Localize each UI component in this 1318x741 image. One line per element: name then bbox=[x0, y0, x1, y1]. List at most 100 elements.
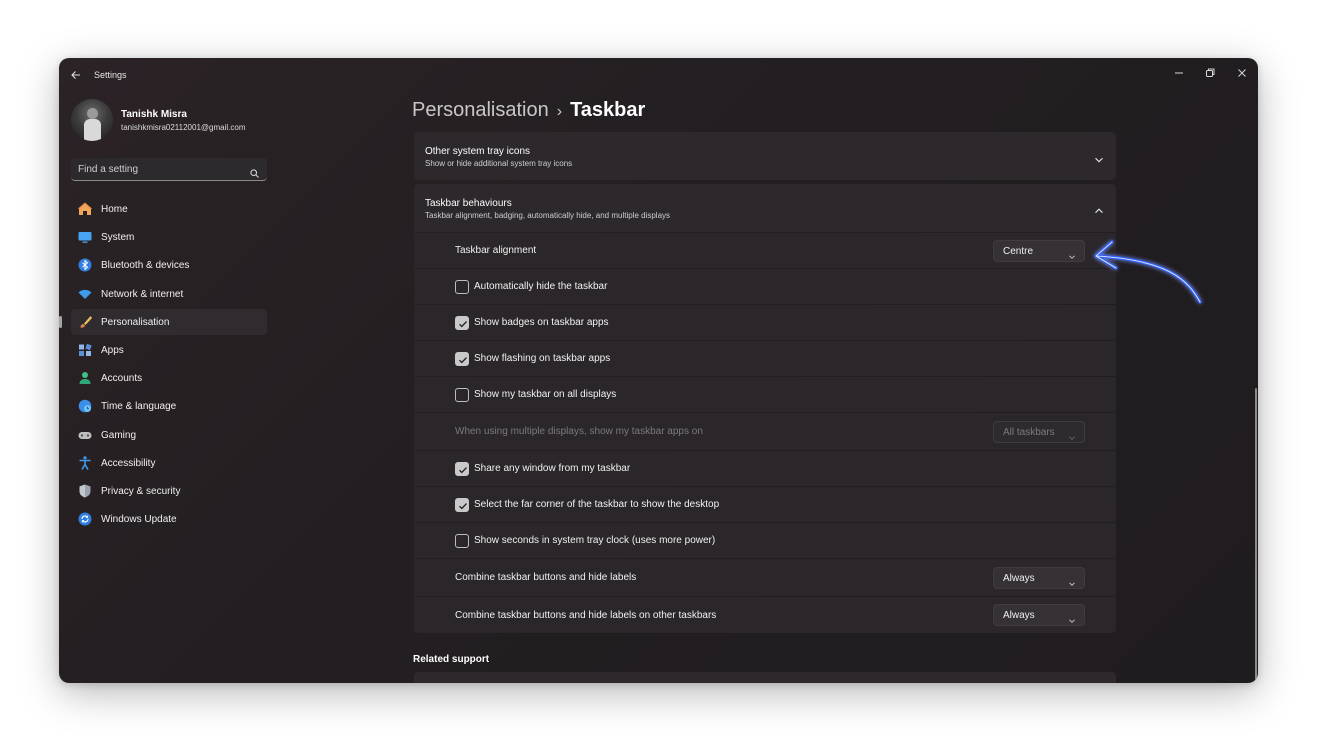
dropdown-value: Centre bbox=[1003, 246, 1034, 257]
sidebar-item-windows-update[interactable]: Windows Update bbox=[71, 506, 267, 532]
seconds-checkbox[interactable] bbox=[455, 534, 469, 548]
brush-icon bbox=[77, 314, 93, 330]
search-input[interactable]: Find a setting bbox=[71, 158, 267, 181]
chevron-down-icon[interactable] bbox=[1094, 152, 1104, 163]
breadcrumb-separator: › bbox=[556, 103, 563, 120]
combine-dropdown[interactable]: Always bbox=[993, 567, 1085, 589]
all-displays-checkbox[interactable] bbox=[455, 388, 469, 402]
user-name: Tanishk Misra bbox=[121, 109, 187, 120]
sidebar-item-label: Windows Update bbox=[101, 514, 177, 526]
sidebar-item-label: Accessibility bbox=[101, 457, 156, 469]
sidebar-item-label: Network & internet bbox=[101, 288, 184, 300]
sidebar-item-system[interactable]: System bbox=[71, 224, 267, 250]
sidebar-item-label: System bbox=[101, 232, 135, 244]
combine-row: Combine taskbar buttons and hide labels … bbox=[414, 559, 1116, 596]
restore-icon[interactable] bbox=[1200, 63, 1220, 83]
app-title: Settings bbox=[94, 70, 127, 80]
sidebar-item-label: Privacy & security bbox=[101, 485, 181, 497]
section-title: Taskbar behaviours bbox=[425, 198, 512, 209]
flashing-row[interactable]: Show flashing on taskbar apps bbox=[414, 341, 1116, 376]
sidebar-item-label: Gaming bbox=[101, 429, 137, 441]
monitor-icon bbox=[77, 229, 93, 245]
setting-label: Show seconds in system tray clock (uses … bbox=[474, 535, 716, 546]
close-icon[interactable] bbox=[1232, 63, 1252, 83]
auto-hide-checkbox[interactable] bbox=[455, 280, 469, 294]
globe-clock-icon bbox=[77, 398, 93, 414]
combine-other-dropdown[interactable]: Always bbox=[993, 604, 1085, 626]
bluetooth-icon bbox=[77, 257, 93, 273]
auto-hide-row[interactable]: Automatically hide the taskbar bbox=[414, 269, 1116, 304]
chevron-up-icon[interactable] bbox=[1094, 203, 1104, 214]
shield-icon bbox=[77, 483, 93, 499]
sidebar-item-home[interactable]: Home bbox=[71, 196, 267, 222]
chevron-down-icon bbox=[1068, 575, 1076, 586]
sidebar-item-privacy-security[interactable]: Privacy & security bbox=[71, 478, 267, 504]
sidebar-item-label: Time & language bbox=[101, 401, 177, 413]
taskbar-behaviours-section[interactable]: Taskbar behaviours Taskbar alignment, ba… bbox=[414, 184, 1116, 232]
sidebar-item-bluetooth[interactable]: Bluetooth & devices bbox=[71, 252, 267, 278]
sidebar-item-apps[interactable]: Apps bbox=[71, 337, 267, 363]
chevron-down-icon bbox=[1068, 429, 1076, 440]
flashing-checkbox[interactable] bbox=[455, 352, 469, 366]
dropdown-value: All taskbars bbox=[1003, 427, 1055, 438]
sidebar-item-time-language[interactable]: Time & language bbox=[71, 393, 267, 419]
setting-label: Combine taskbar buttons and hide labels … bbox=[455, 610, 717, 621]
tray-icons-section[interactable]: Other system tray icons Show or hide add… bbox=[414, 132, 1116, 180]
section-subtitle: Taskbar alignment, badging, automaticall… bbox=[425, 211, 671, 220]
avatar[interactable] bbox=[71, 99, 113, 141]
controller-icon bbox=[77, 427, 93, 443]
person-icon bbox=[77, 370, 93, 386]
user-email: tanishkmisra02112001@gmail.com bbox=[121, 123, 246, 132]
multi-display-row: When using multiple displays, show my ta… bbox=[414, 413, 1116, 450]
breadcrumb: Personalisation › Taskbar bbox=[412, 99, 645, 122]
setting-label: Select the far corner of the taskbar to … bbox=[474, 499, 720, 510]
related-support-heading: Related support bbox=[413, 654, 490, 665]
setting-label: Show flashing on taskbar apps bbox=[474, 353, 611, 364]
section-title: Other system tray icons bbox=[425, 146, 531, 157]
related-support-card[interactable] bbox=[414, 672, 1116, 683]
update-icon bbox=[77, 511, 93, 527]
far-corner-checkbox[interactable] bbox=[455, 498, 469, 512]
sidebar-item-label: Personalisation bbox=[101, 316, 170, 328]
setting-label: Show my taskbar on all displays bbox=[474, 389, 617, 400]
badges-checkbox[interactable] bbox=[455, 316, 469, 330]
seconds-row[interactable]: Show seconds in system tray clock (uses … bbox=[414, 523, 1116, 558]
setting-label: Show badges on taskbar apps bbox=[474, 317, 609, 328]
far-corner-row[interactable]: Select the far corner of the taskbar to … bbox=[414, 487, 1116, 522]
breadcrumb-parent[interactable]: Personalisation bbox=[412, 99, 549, 121]
sidebar-item-gaming[interactable]: Gaming bbox=[71, 422, 267, 448]
setting-label: Share any window from my taskbar bbox=[474, 463, 631, 474]
combine-other-row: Combine taskbar buttons and hide labels … bbox=[414, 597, 1116, 633]
dropdown-value: Always bbox=[1003, 573, 1035, 584]
apps-icon bbox=[77, 342, 93, 358]
sidebar-item-label: Accounts bbox=[101, 373, 143, 385]
share-window-checkbox[interactable] bbox=[455, 462, 469, 476]
all-displays-row[interactable]: Show my taskbar on all displays bbox=[414, 377, 1116, 412]
back-arrow-icon[interactable] bbox=[68, 67, 84, 83]
title-bar: Settings bbox=[59, 58, 1258, 92]
section-subtitle: Show or hide additional system tray icon… bbox=[425, 159, 573, 168]
sidebar-nav: Home System Bluetooth & devices Network … bbox=[59, 196, 267, 534]
sidebar-item-label: Bluetooth & devices bbox=[101, 260, 190, 272]
scrollbar-thumb[interactable] bbox=[1255, 388, 1257, 683]
share-window-row[interactable]: Share any window from my taskbar bbox=[414, 451, 1116, 486]
scrollbar[interactable] bbox=[1254, 92, 1258, 683]
sidebar-item-label: Apps bbox=[101, 344, 124, 356]
search-placeholder: Find a setting bbox=[78, 164, 139, 175]
home-icon bbox=[77, 201, 93, 217]
dropdown-value: Always bbox=[1003, 610, 1035, 621]
search-icon bbox=[250, 165, 259, 178]
sidebar-item-accessibility[interactable]: Accessibility bbox=[71, 450, 267, 476]
wifi-icon bbox=[77, 286, 93, 302]
setting-label: When using multiple displays, show my ta… bbox=[455, 426, 703, 437]
sidebar-item-label: Home bbox=[101, 204, 128, 215]
settings-window: Settings Tanishk Misra tanishkmisra02112… bbox=[59, 58, 1258, 683]
sidebar-item-personalisation[interactable]: Personalisation bbox=[59, 308, 267, 335]
page-title: Taskbar bbox=[570, 99, 646, 121]
badges-row[interactable]: Show badges on taskbar apps bbox=[414, 305, 1116, 340]
sidebar-item-accounts[interactable]: Accounts bbox=[71, 365, 267, 391]
minimize-icon[interactable] bbox=[1169, 63, 1189, 83]
sidebar-item-network[interactable]: Network & internet bbox=[71, 281, 267, 307]
setting-label: Automatically hide the taskbar bbox=[474, 281, 608, 292]
taskbar-alignment-dropdown[interactable]: Centre bbox=[993, 240, 1085, 262]
